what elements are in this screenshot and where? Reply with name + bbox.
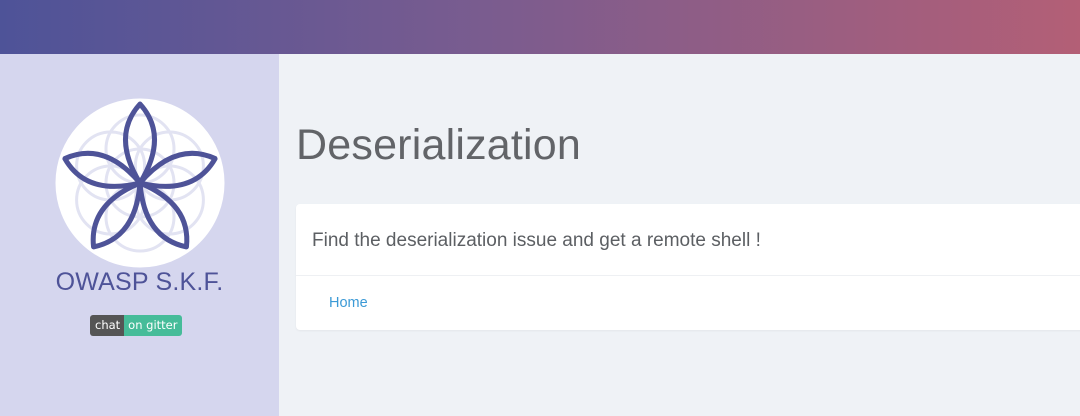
page-title: Deserialization [296, 121, 582, 169]
gitter-chat-badge[interactable]: chat on gitter [90, 315, 183, 336]
challenge-card: Find the deserialization issue and get a… [296, 204, 1080, 330]
badge-left-label: chat [90, 315, 125, 336]
top-header-bar [0, 0, 1080, 54]
brand-name: OWASP S.K.F. [55, 268, 224, 296]
sidebar: OWASP S.K.F. chat on gitter [0, 54, 279, 416]
owasp-skf-logo-icon [55, 98, 225, 268]
card-divider [296, 275, 1080, 276]
challenge-description: Find the deserialization issue and get a… [312, 230, 761, 251]
home-link[interactable]: Home [329, 295, 368, 311]
main-content: Deserialization Find the deserialization… [279, 54, 1080, 416]
badge-right-label: on gitter [124, 315, 183, 336]
